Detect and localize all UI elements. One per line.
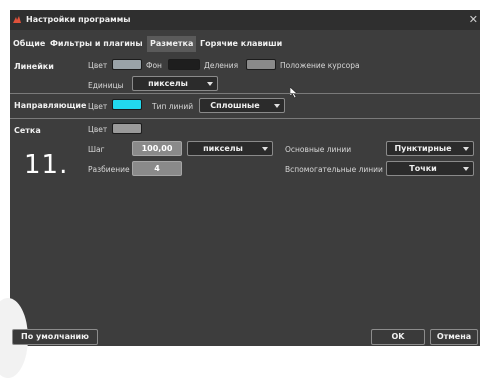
settings-dialog: Настройки программы ✕ Общие Фильтры и пл… [0, 10, 480, 378]
rulers-color-swatch[interactable] [112, 59, 142, 70]
tab-general[interactable]: Общие [13, 36, 45, 52]
grid-step-label: Шаг [88, 145, 105, 154]
ok-button[interactable]: OK [371, 329, 425, 345]
step-number-annotation: 11. [24, 150, 69, 180]
tab-bar: Общие Фильтры и плагины Разметка Горячие… [10, 36, 480, 52]
dropdown-arrow-icon [274, 104, 280, 108]
grid-main-lines-label: Основные линии [285, 145, 352, 154]
divider [10, 118, 480, 119]
divider [10, 93, 480, 94]
title-bar: Настройки программы ✕ [10, 10, 480, 30]
grid-color-label: Цвет [88, 125, 108, 134]
grid-section-label: Сетка [14, 126, 41, 135]
grid-subdivision-input[interactable]: 4 [132, 161, 182, 176]
rulers-color-label: Цвет [88, 61, 108, 70]
grid-step-input[interactable]: 100,00 [132, 141, 182, 156]
guides-line-type-dropdown[interactable]: Сплошные [199, 98, 285, 113]
window-title: Настройки программы [26, 15, 131, 24]
grid-step-units-dropdown[interactable]: пикселы [187, 141, 273, 156]
dropdown-arrow-icon [207, 82, 213, 86]
rulers-cursor-position-label: Положение курсора [280, 61, 360, 70]
cancel-button[interactable]: Отмена [430, 329, 478, 345]
rulers-background-label: Фон [146, 61, 162, 70]
grid-subdivision-label: Разбиение [88, 165, 130, 174]
rulers-divisions-swatch[interactable] [246, 59, 276, 70]
tab-filters-plugins[interactable]: Фильтры и плагины [50, 36, 143, 52]
grid-main-lines-dropdown[interactable]: Пунктирные [386, 141, 474, 156]
grid-minor-lines-label: Вспомогательные линии [285, 165, 383, 174]
dropdown-arrow-icon [463, 167, 469, 171]
guides-color-label: Цвет [88, 102, 108, 111]
guides-section-label: Направляющие [14, 101, 87, 110]
dropdown-arrow-icon [262, 147, 268, 151]
guides-line-type-label: Тип линий [152, 102, 194, 111]
grid-minor-lines-dropdown[interactable]: Точки [386, 161, 474, 176]
tab-markup[interactable]: Разметка [147, 36, 197, 52]
rulers-divisions-label: Деления [204, 61, 239, 70]
rulers-section-label: Линейки [14, 62, 54, 71]
dropdown-arrow-icon [463, 147, 469, 151]
close-icon[interactable]: ✕ [469, 13, 478, 26]
guides-color-swatch[interactable] [112, 99, 142, 110]
app-logo-icon [13, 16, 21, 23]
defaults-button[interactable]: По умолчанию [12, 329, 98, 345]
rulers-units-dropdown[interactable]: пикселы [132, 76, 218, 91]
rulers-units-label: Единицы [88, 81, 124, 90]
tab-hotkeys[interactable]: Горячие клавиши [200, 36, 282, 52]
grid-color-swatch[interactable] [112, 123, 142, 134]
rulers-background-swatch[interactable] [168, 59, 200, 70]
